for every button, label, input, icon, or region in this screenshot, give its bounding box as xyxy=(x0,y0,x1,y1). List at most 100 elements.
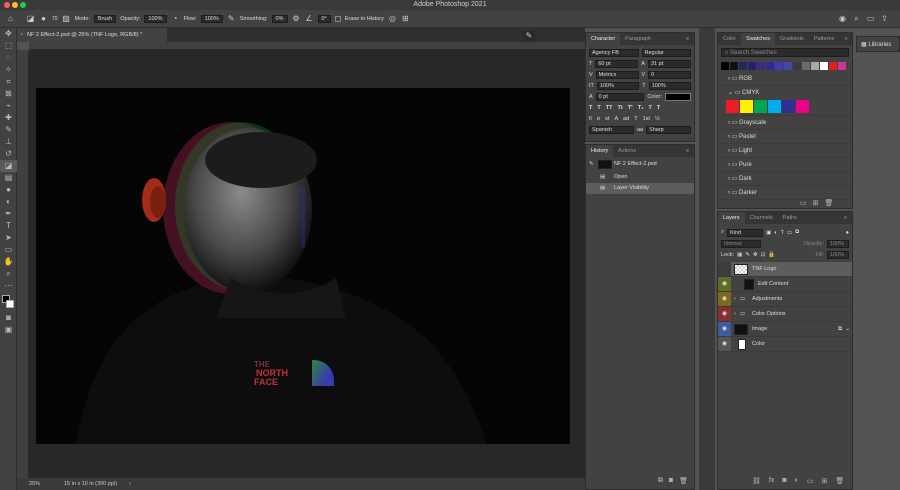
stylistic-alternates-button[interactable]: ad xyxy=(623,116,629,122)
brush-preset-icon[interactable]: ● xyxy=(39,14,48,23)
tab-color[interactable]: Color xyxy=(718,33,741,45)
superscript-button[interactable]: T¹ xyxy=(628,105,633,111)
layer-filter-select[interactable]: Kind xyxy=(727,228,764,237)
chevron-down-icon[interactable]: ⌄ xyxy=(845,322,850,337)
chevron-right-icon[interactable]: › xyxy=(728,162,730,168)
small-caps-button[interactable]: Tt xyxy=(617,105,622,111)
ordinals-button[interactable]: 1st xyxy=(643,116,650,122)
swatch[interactable] xyxy=(754,100,767,113)
panel-menu-icon[interactable]: ≡ xyxy=(839,33,852,45)
angle-field[interactable]: 0° xyxy=(317,14,331,23)
swatch[interactable] xyxy=(829,62,837,70)
close-tab-icon[interactable]: × xyxy=(20,28,23,42)
chevron-down-icon[interactable]: ⌄ xyxy=(728,90,733,96)
underline-button[interactable]: T xyxy=(649,105,652,111)
tab-character[interactable]: Character xyxy=(586,33,621,45)
tab-swatches[interactable]: Swatches xyxy=(741,33,776,45)
lock-artboard-icon[interactable]: ⊡ xyxy=(761,252,766,258)
status-expand-icon[interactable]: › xyxy=(129,478,131,490)
minimize-window-button[interactable] xyxy=(12,2,18,8)
chevron-right-icon[interactable]: › xyxy=(728,120,730,126)
lock-all-icon[interactable]: 🔒 xyxy=(768,252,775,258)
home-icon[interactable]: ⌂ xyxy=(6,14,15,23)
search-icon[interactable]: ⌕ xyxy=(852,14,861,23)
swatch-group-dark[interactable]: › ▭ Dark xyxy=(718,172,852,186)
ligature-button[interactable]: fi xyxy=(589,116,592,122)
language-select[interactable]: Spanish xyxy=(589,125,634,134)
color-swatches[interactable] xyxy=(0,292,16,312)
baseline-field[interactable]: 0 pt xyxy=(595,92,645,101)
document-canvas[interactable]: THE NORTH FACE xyxy=(36,88,570,444)
swatch-group-pastel[interactable]: › ▭ Pastel xyxy=(718,130,852,144)
camera-icon[interactable]: ◙ xyxy=(669,477,673,485)
filter-type-icon[interactable]: T xyxy=(781,230,784,236)
lock-position-icon[interactable]: ✥ xyxy=(753,252,758,258)
path-select-tool-icon[interactable]: ➤ xyxy=(0,232,17,244)
layer-row[interactable]: ◉ › ▭ Adjustments xyxy=(718,292,852,307)
swatch[interactable] xyxy=(757,62,765,70)
layer-opacity-field[interactable]: 100% xyxy=(827,239,849,248)
healing-tool-icon[interactable]: ✚ xyxy=(0,112,17,124)
swatch[interactable] xyxy=(782,100,795,113)
pressure-opacity-icon[interactable]: ◔ xyxy=(171,14,180,23)
trash-icon[interactable]: 🗑 xyxy=(679,477,688,485)
tracking-field[interactable]: 0 xyxy=(648,70,691,79)
swatch[interactable] xyxy=(740,100,753,113)
swatch-group-darker[interactable]: › ▭ Darker xyxy=(718,186,852,200)
swash-button[interactable]: A xyxy=(614,116,618,122)
tab-channels[interactable]: Channels xyxy=(745,212,778,224)
new-swatch-icon[interactable]: ⊞ xyxy=(813,199,819,207)
new-document-from-state-icon[interactable]: ⧉ xyxy=(658,477,663,485)
swatch[interactable] xyxy=(768,100,781,113)
symmetry-icon[interactable]: ⊞ xyxy=(401,14,410,23)
brush-tool-icon[interactable]: ✎ xyxy=(0,124,17,136)
history-step[interactable]: ▤ Open xyxy=(586,172,694,183)
filter-shape-icon[interactable]: ▭ xyxy=(787,230,792,236)
swatch[interactable] xyxy=(730,62,738,70)
faux-italic-button[interactable]: T xyxy=(597,105,600,111)
zoom-window-button[interactable] xyxy=(20,2,26,8)
font-family-select[interactable]: Agency FB xyxy=(589,48,639,57)
tab-patterns[interactable]: Patterns xyxy=(809,33,839,45)
link-layers-icon[interactable]: ⛓ xyxy=(752,477,761,485)
trash-icon[interactable]: 🗑 xyxy=(835,477,844,485)
screen-mode-icon[interactable]: ▣ xyxy=(0,324,17,336)
dodge-tool-icon[interactable]: ◐ xyxy=(0,196,17,208)
quick-select-tool-icon[interactable]: ✧ xyxy=(0,64,17,76)
layer-style-icon[interactable]: fx xyxy=(769,477,774,485)
frame-tool-icon[interactable]: ⊠ xyxy=(0,88,17,100)
all-caps-button[interactable]: TT xyxy=(606,105,613,111)
chevron-right-icon[interactable]: › xyxy=(728,190,730,196)
marquee-tool-icon[interactable]: ⬚ xyxy=(0,40,17,52)
more-tools-icon[interactable]: ⋯ xyxy=(0,280,17,292)
eraser-tool-icon[interactable]: ◪ xyxy=(0,160,17,172)
visibility-toggle[interactable] xyxy=(718,262,731,276)
swatch[interactable] xyxy=(739,62,747,70)
share-icon[interactable]: ⇪ xyxy=(880,14,889,23)
eye-icon[interactable]: ◉ xyxy=(718,307,731,321)
new-group-icon[interactable]: ▭ xyxy=(800,199,807,207)
eye-icon[interactable]: ◉ xyxy=(718,322,731,336)
fractions-button[interactable]: ½ xyxy=(655,116,660,122)
swatch[interactable] xyxy=(811,62,819,70)
lasso-tool-icon[interactable]: ◌ xyxy=(0,52,17,64)
gear-icon[interactable]: ⚙ xyxy=(292,14,301,23)
swatch[interactable] xyxy=(721,62,729,70)
history-step[interactable]: ▤ Layer Visibility xyxy=(586,183,694,194)
font-style-select[interactable]: Regular xyxy=(641,48,691,57)
tab-gradients[interactable]: Gradients xyxy=(775,33,809,45)
leading-field[interactable]: 31 pt xyxy=(648,59,692,68)
chevron-right-icon[interactable]: › xyxy=(734,307,736,322)
chevron-right-icon[interactable]: › xyxy=(728,76,730,82)
chevron-right-icon[interactable]: › xyxy=(728,176,730,182)
filter-toggle-icon[interactable]: ● xyxy=(846,230,849,236)
adjustment-layer-icon[interactable]: ◐ xyxy=(795,477,799,485)
mode-select[interactable]: Brush xyxy=(93,14,117,23)
swatch-search-field[interactable]: ⌕ Search Swatches xyxy=(721,48,849,57)
eye-icon[interactable]: ◉ xyxy=(718,277,731,291)
hand-tool-icon[interactable]: ✋ xyxy=(0,256,17,268)
eye-icon[interactable]: ◉ xyxy=(718,337,731,351)
layer-row[interactable]: ◉ Image ⧉ ⌄ xyxy=(718,322,852,337)
layer-row[interactable]: ◉ Color xyxy=(718,337,852,352)
swatch-group-rgb[interactable]: › ▭ RGB xyxy=(718,72,852,86)
